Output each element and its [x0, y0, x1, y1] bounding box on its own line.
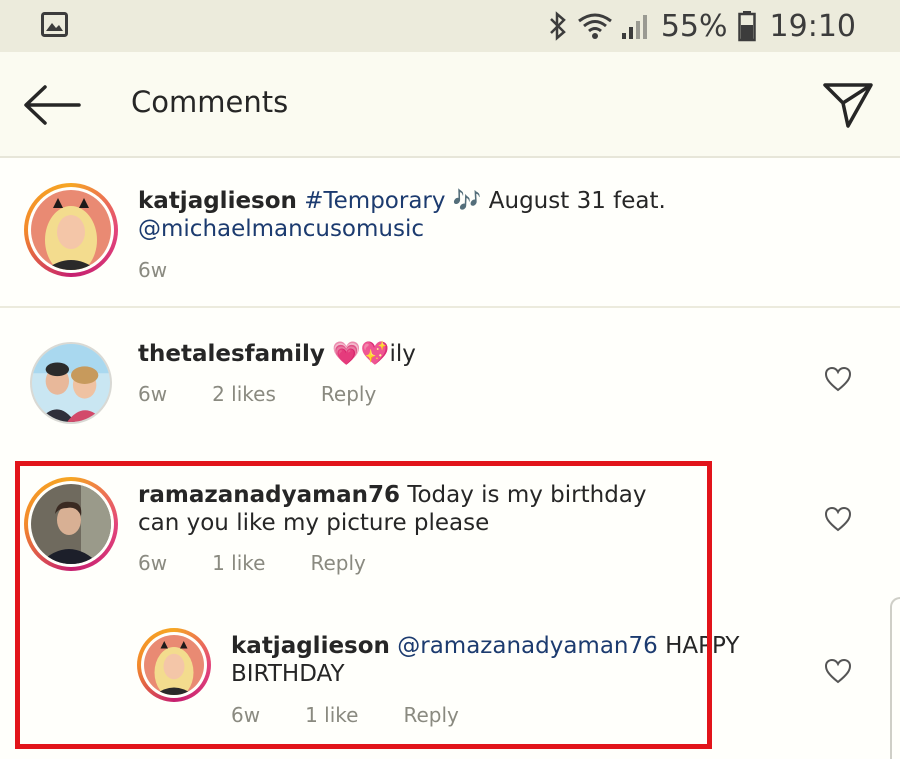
app-bar: Comments	[0, 52, 900, 158]
heart-icon[interactable]	[824, 506, 852, 532]
comment-likes[interactable]: 2 likes	[212, 382, 276, 406]
comment-username[interactable]: thetalesfamily	[138, 341, 325, 367]
comment-body: ily	[389, 341, 416, 367]
highlight-annotation	[15, 461, 712, 749]
hashtag-link[interactable]: #Temporary	[304, 188, 445, 214]
direct-send-icon[interactable]	[822, 79, 874, 129]
comment-meta: 6w 2 likes Reply	[138, 382, 421, 406]
avatar[interactable]	[30, 342, 112, 424]
avatar[interactable]	[24, 183, 118, 277]
caption-username[interactable]: katjaglieson	[138, 188, 297, 214]
gallery-icon	[41, 12, 68, 37]
scroll-edge	[890, 597, 900, 759]
battery-percent: 55%	[660, 8, 728, 44]
wifi-icon	[577, 13, 612, 39]
back-arrow-icon[interactable]	[23, 84, 81, 126]
mention-link[interactable]: @michaelmancusomusic	[138, 216, 424, 242]
caption-meta: 6w	[138, 258, 212, 282]
clock: 19:10	[769, 8, 856, 44]
heart-icon[interactable]	[824, 366, 852, 392]
music-notes-emoji: 🎶	[452, 188, 482, 214]
bluetooth-icon	[549, 11, 566, 41]
hearts-emoji: 💗💖	[332, 341, 390, 367]
caption-text: katjaglieson #Temporary 🎶 August 31 feat…	[138, 187, 698, 243]
page-title: Comments	[131, 85, 289, 119]
caption: katjaglieson #Temporary 🎶 August 31 feat…	[0, 160, 900, 308]
status-icons: 55% 19:10	[547, 0, 856, 52]
comment-text: thetalesfamily 💗💖ily	[138, 340, 416, 368]
status-bar: 55% 19:10	[0, 0, 900, 52]
profile-photo	[31, 190, 111, 270]
heart-icon[interactable]	[824, 658, 852, 684]
comment-age: 6w	[138, 382, 168, 406]
reply-button[interactable]: Reply	[321, 382, 376, 406]
caption-age: 6w	[138, 258, 168, 282]
profile-photo	[32, 344, 110, 422]
caption-body: August 31 feat.	[488, 188, 666, 214]
battery-icon	[737, 11, 756, 42]
signal-icon	[621, 15, 647, 39]
